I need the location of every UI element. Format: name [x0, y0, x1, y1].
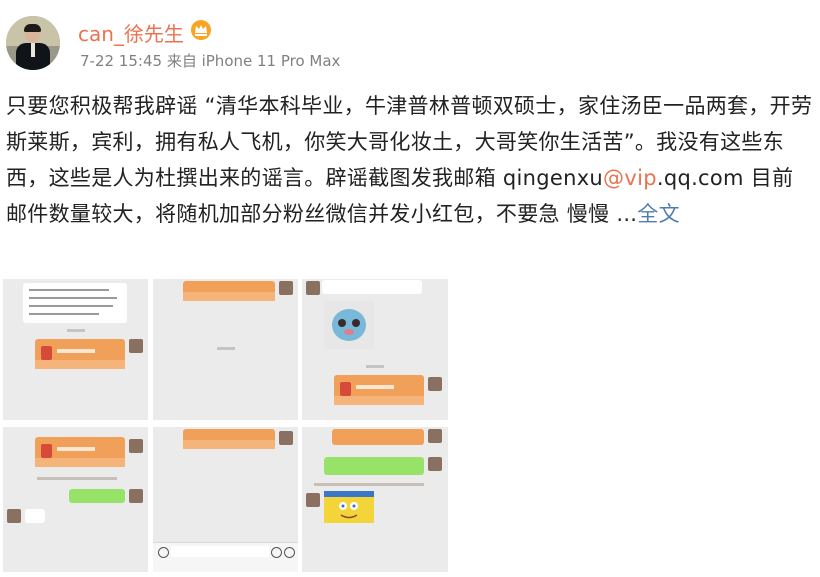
chat-avatar: [428, 429, 442, 443]
red-packet-icon: [340, 382, 351, 396]
username-link[interactable]: can_徐先生: [78, 18, 184, 47]
chat-avatar: [279, 281, 293, 295]
screenshot-4[interactable]: [3, 427, 148, 572]
chat-avatar: [428, 377, 442, 391]
chat-avatar: [129, 439, 143, 453]
system-notice: [314, 483, 424, 486]
red-packet-text: [57, 349, 95, 353]
chat-timestamp: [366, 365, 384, 368]
screenshot-1[interactable]: [3, 279, 148, 420]
system-notice: [37, 477, 117, 480]
text-line: [29, 313, 99, 315]
mention-link[interactable]: @vip: [603, 166, 657, 190]
chat-avatar: [7, 509, 21, 523]
chat-timestamp: [67, 329, 85, 332]
screenshot-6[interactable]: [302, 427, 448, 572]
post-timestamp[interactable]: 7-22 15:45: [80, 52, 162, 70]
expand-full-text-link[interactable]: 全文: [637, 202, 680, 226]
post-content: 只要您积极帮我辟谣 “清华本科毕业，牛津普林普顿双硕士，家住汤臣一品两套，开劳斯…: [6, 88, 814, 232]
red-packet-message: [183, 281, 275, 301]
red-packet-message: [35, 339, 125, 369]
avatar-hair: [24, 24, 41, 32]
avatar[interactable]: [6, 16, 60, 70]
avatar-tie: [31, 43, 35, 57]
sticker-image: [324, 301, 374, 349]
red-packet-message: [183, 429, 275, 449]
red-packet-message: [332, 429, 424, 445]
chat-input-bar: [153, 542, 298, 572]
post-source: 来自 iPhone 11 Pro Max: [166, 52, 341, 70]
screenshot-2[interactable]: [153, 279, 298, 420]
red-packet-text: [356, 385, 394, 389]
chat-avatar: [129, 489, 143, 503]
emoji-icon: [271, 547, 282, 558]
red-packet-icon: [41, 444, 52, 458]
screenshot-3[interactable]: [302, 279, 448, 420]
red-packet-footer: [334, 396, 424, 405]
chat-bubble: [25, 509, 45, 523]
red-packet-footer: [35, 360, 125, 369]
sticker-image: [324, 491, 374, 523]
red-packet-message: [35, 437, 125, 467]
text-line: [29, 297, 117, 299]
post-meta: 7-22 15:45 来自 iPhone 11 Pro Max: [80, 50, 340, 71]
text-line: [29, 289, 109, 291]
red-packet-message: [334, 375, 424, 405]
spongebob-sticker-icon: [339, 502, 358, 519]
chat-avatar: [306, 281, 320, 295]
squirtle-sticker-icon: [332, 309, 366, 341]
red-packet-footer: [183, 440, 275, 449]
add-icon: [284, 547, 295, 558]
red-packet-text: [57, 447, 95, 451]
vip-crown-icon[interactable]: [190, 19, 212, 41]
image-grid: [3, 279, 448, 577]
chat-timestamp: [217, 347, 235, 350]
chat-bubble-self: [69, 489, 125, 503]
red-packet-footer: [183, 292, 275, 301]
chat-bubble-self: [324, 457, 424, 475]
text-line: [29, 305, 113, 307]
chat-text-field: [171, 546, 269, 557]
red-packet-footer: [35, 458, 125, 467]
chat-avatar: [428, 457, 442, 471]
chat-avatar: [306, 493, 320, 507]
chat-bubble: [322, 280, 422, 294]
chat-avatar: [129, 339, 143, 353]
chat-avatar: [279, 431, 293, 445]
red-packet-icon: [41, 346, 52, 360]
screenshot-5[interactable]: [153, 427, 298, 572]
voice-icon: [158, 547, 169, 558]
